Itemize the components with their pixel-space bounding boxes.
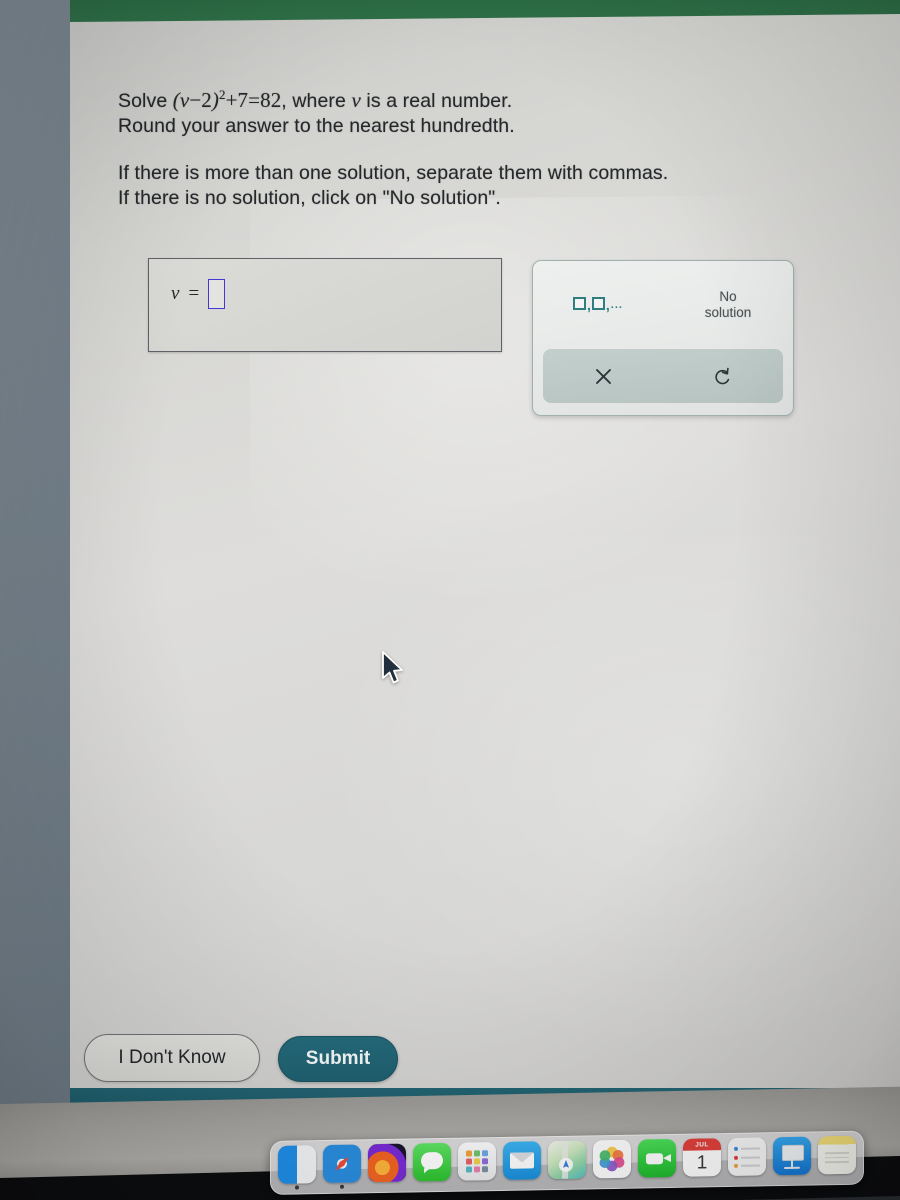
- monitor-left-bezel: [0, 0, 72, 1120]
- math-seven: 7: [237, 88, 249, 112]
- photos-icon: [593, 1139, 631, 1179]
- solve-label: Solve: [118, 90, 173, 112]
- running-indicator: [835, 1176, 839, 1180]
- running-indicator: [520, 1182, 524, 1186]
- running-indicator: [745, 1178, 749, 1182]
- comma-1: ,: [587, 296, 591, 313]
- dock-item-maps[interactable]: [547, 1140, 587, 1185]
- question-line-3: If there is more than one solution, sepa…: [118, 162, 669, 184]
- dock-item-facetime[interactable]: [637, 1138, 677, 1184]
- dock-item-messages[interactable]: [412, 1142, 452, 1188]
- dock-item-safari[interactable]: [322, 1144, 362, 1189]
- dock-item-firefox[interactable]: [367, 1143, 407, 1189]
- question-line-1: Solve (v−2)2+7=82, where v is a real num…: [118, 82, 838, 114]
- running-indicator: [565, 1181, 569, 1185]
- comma-2: ,: [605, 296, 610, 313]
- mouse-cursor: [381, 650, 407, 688]
- webpage-surface: Solve (v−2)2+7=82, where v is a real num…: [70, 14, 900, 1112]
- facetime-icon: [638, 1138, 676, 1178]
- calendar-day-label: 1: [696, 1152, 708, 1174]
- dock-item-calendar[interactable]: JUL 1: [682, 1138, 722, 1183]
- photographed-screen: Solve (v−2)2+7=82, where v is a real num…: [0, 0, 900, 1200]
- running-indicator: [430, 1183, 434, 1187]
- notes-icon: [818, 1135, 856, 1175]
- comma-list-icon: , , ...: [573, 296, 623, 313]
- launchpad-icon: [458, 1142, 496, 1181]
- answer-value-field[interactable]: [208, 279, 226, 309]
- submit-button[interactable]: Submit: [278, 1036, 398, 1082]
- running-indicator: [790, 1177, 794, 1181]
- math-open-paren: (: [172, 88, 180, 112]
- running-indicator: [655, 1179, 659, 1183]
- math-keypad-panel: , , ... No solution: [532, 260, 794, 416]
- answer-variable-label: v: [171, 283, 180, 304]
- firefox-icon: [368, 1143, 406, 1183]
- no-solution-label: No solution: [705, 289, 752, 321]
- mail-icon: [503, 1141, 541, 1180]
- dock-item-reminders[interactable]: [727, 1137, 767, 1182]
- macos-dock-container: JUL 1: [270, 1130, 900, 1197]
- safari-icon: [323, 1144, 361, 1184]
- math-exponent: 2: [218, 87, 226, 102]
- question-text-end: is a real number.: [360, 90, 513, 112]
- math-minus: −: [189, 88, 202, 112]
- running-indicator: [700, 1178, 704, 1182]
- question-line-2: Round your answer to the nearest hundred…: [118, 115, 515, 137]
- maps-icon: [548, 1140, 586, 1180]
- dock-item-launchpad[interactable]: [457, 1142, 497, 1187]
- running-indicator: [340, 1184, 344, 1189]
- math-82: 82: [260, 88, 282, 112]
- calendar-icon: JUL 1: [683, 1138, 721, 1177]
- question-text-mid: , where: [281, 90, 352, 112]
- action-button-row: I Don't Know Submit: [70, 1028, 900, 1088]
- running-indicator: [475, 1182, 479, 1186]
- math-two: 2: [201, 88, 212, 112]
- dock-item-finder[interactable]: [277, 1145, 317, 1190]
- keypad-clear-button[interactable]: [543, 367, 663, 386]
- finder-icon: [278, 1145, 316, 1184]
- math-close-paren: ): [211, 88, 219, 112]
- macos-dock: JUL 1: [270, 1130, 864, 1195]
- keypad-comma-list-button[interactable]: , , ...: [533, 261, 663, 349]
- close-x-icon: [594, 367, 613, 386]
- placeholder-square-2: [591, 296, 605, 310]
- answer-equals-sign: =: [188, 283, 200, 304]
- ellipsis-glyph: ...: [610, 298, 623, 311]
- dock-item-keynote[interactable]: [772, 1136, 812, 1182]
- dock-item-mail[interactable]: [502, 1141, 542, 1186]
- dock-item-notes[interactable]: [817, 1135, 857, 1181]
- running-indicator: [385, 1184, 389, 1188]
- messages-icon: [413, 1142, 451, 1182]
- math-equals: =: [248, 88, 261, 112]
- keynote-icon: [773, 1136, 811, 1176]
- running-indicator: [610, 1180, 614, 1184]
- keypad-undo-button[interactable]: [663, 366, 783, 387]
- question-line-4: If there is no solution, click on "No so…: [118, 187, 501, 209]
- question-variable: v: [351, 88, 361, 112]
- i-dont-know-button[interactable]: I Don't Know: [84, 1034, 260, 1082]
- answer-input-box[interactable]: v =: [148, 258, 502, 352]
- undo-arrow-icon: [713, 366, 733, 387]
- math-plus: +: [225, 88, 238, 112]
- dock-item-photos[interactable]: [592, 1139, 632, 1185]
- math-expression: (v−2)2+7=82: [172, 87, 282, 112]
- reminders-icon: [728, 1137, 766, 1177]
- placeholder-square-1: [573, 296, 587, 310]
- math-variable: v: [179, 88, 190, 112]
- no-solution-line-2: solution: [704, 305, 752, 320]
- keypad-no-solution-button[interactable]: No solution: [663, 261, 793, 349]
- no-solution-line-1: No: [719, 289, 737, 304]
- question-text: Solve (v−2)2+7=82, where v is a real num…: [118, 82, 838, 211]
- calendar-month-label: JUL: [683, 1138, 721, 1151]
- running-indicator: [295, 1185, 299, 1190]
